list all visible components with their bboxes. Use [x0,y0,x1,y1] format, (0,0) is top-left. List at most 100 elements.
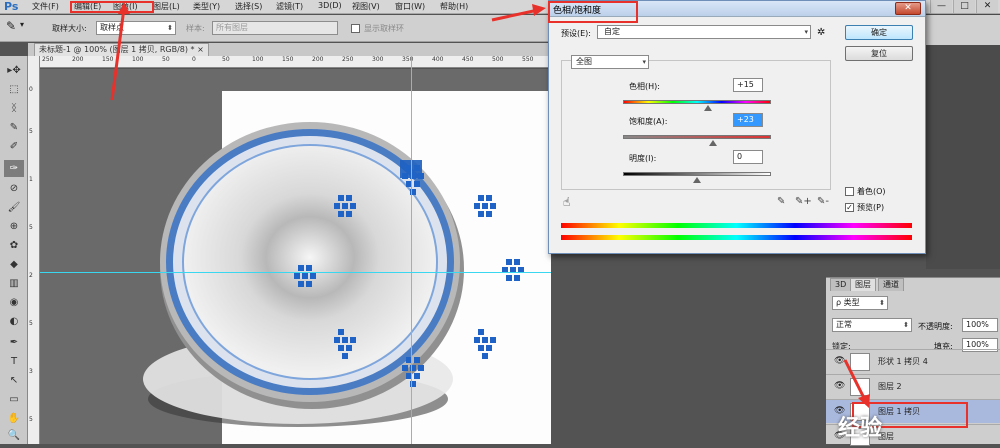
tab-layers[interactable]: 图层 [850,278,876,291]
toolbox: ▸✥ ⬚ ᛝ ✎ ✐ ✑ ⊘ 🖌 ⊕ ✿ ◆ ▥ ◉ ◐ ✒ T ↖ ▭ ✋ 🔍 [0,56,28,444]
visibility-eye-icon[interactable]: 👁 [834,356,845,366]
close-tab-icon[interactable]: × [197,45,204,54]
dialog-close-button[interactable]: ✕ [895,2,921,15]
hand-tool-icon[interactable]: ✋ [4,410,24,427]
menu-filter[interactable]: 滤镜(T) [276,1,303,12]
lightness-input[interactable]: 0 [733,150,763,164]
lightness-slider-track[interactable] [623,172,771,176]
type-tool-icon[interactable]: T [4,353,24,370]
move-tool-icon[interactable]: ▸✥ [4,62,24,79]
menu-type[interactable]: 类型(Y) [193,1,220,12]
menu-window[interactable]: 窗口(W) [395,1,425,12]
layer-row[interactable]: 👁 图层 2 [826,374,1000,398]
top-ruler: 250 200 150 100 50 0 50 100 150 200 250 … [40,56,551,68]
layer-thumbnail [850,378,870,396]
crop-tool-icon[interactable]: ✐ [4,138,24,155]
ok-button[interactable]: 确定 [845,25,913,40]
ruler-label: 100 [252,56,264,63]
eyedropper-subtract-icon[interactable]: ✎- [817,196,829,207]
vertical-guide[interactable] [411,56,412,444]
layer-name: 形状 1 拷贝 4 [878,357,928,366]
pen-tool-icon[interactable]: ✒ [4,334,24,351]
hue-slider-thumb[interactable] [704,105,712,111]
annotation-box-edit-image [70,1,154,13]
channel-select[interactable]: 全图 ▾ [571,55,649,69]
sample-size-select[interactable]: 取样点 ⬍ [96,21,176,35]
saturation-input[interactable]: +23 [733,113,763,127]
history-brush-tool-icon[interactable]: ✿ [4,237,24,254]
minimize-button[interactable]: — [930,0,952,13]
lightness-slider-thumb[interactable] [693,177,701,183]
menu-select[interactable]: 选择(S) [235,1,262,12]
annotation-box-dialog-title [548,1,638,23]
layer-row[interactable]: 👁 形状 1 拷贝 4 [826,349,1000,373]
reset-button[interactable]: 复位 [845,46,913,61]
chevron-down-icon: ⬍ [167,24,173,32]
tool-preset-chevron-icon[interactable]: ▾ [20,20,24,29]
kind-filter-select[interactable]: ρ 类型 ⬍ [832,296,888,310]
opacity-input[interactable]: 100% [962,318,998,332]
canvas-area[interactable] [40,69,551,444]
hue-slider-track[interactable] [623,100,771,104]
kind-filter-value: 类型 [843,298,860,307]
eyedropper-icon[interactable]: ✎ [777,196,785,207]
horizontal-guide[interactable] [40,272,551,273]
brush-tool-icon[interactable]: 🖌 [4,199,24,216]
ruler-label: 50 [222,56,230,63]
saturation-slider-track[interactable] [623,135,771,139]
right-panel-dock [926,14,1000,269]
document-tab[interactable]: 未标题-1 @ 100% (图层 1 拷贝, RGB/8) * × [34,43,209,56]
layer-thumbnail [850,353,870,371]
ruler-label: 250 [342,56,354,63]
eyedropper-tool-icon[interactable]: ✎ [6,19,16,33]
sample-value: 所有图层 [216,23,248,32]
close-app-button[interactable]: ✕ [976,0,998,13]
sample-size-label: 取样大小: [52,24,87,33]
dodge-tool-icon[interactable]: ◐ [4,313,24,330]
preset-options-gear-icon[interactable]: ✲ [817,27,825,38]
visibility-eye-icon[interactable]: 👁 [834,381,845,391]
eraser-tool-icon[interactable]: ◆ [4,256,24,273]
preset-select[interactable]: 自定 ▾ [597,25,811,39]
diamond-motifs [294,165,524,387]
opacity-label: 不透明度: [918,322,953,331]
shape-tool-icon[interactable]: ▭ [4,391,24,408]
gradient-tool-icon[interactable]: ▥ [4,275,24,292]
eyedropper-tool-icon[interactable]: ✑ [4,160,24,177]
healing-tool-icon[interactable]: ⊘ [4,180,24,197]
sample-select[interactable]: 所有图层 [212,21,338,35]
maximize-button[interactable]: □ [953,0,975,13]
blend-mode-select[interactable]: 正常 ⬍ [832,318,912,332]
quick-select-tool-icon[interactable]: ✎ [4,119,24,136]
preset-value: 自定 [604,27,620,36]
menu-help[interactable]: 帮助(H) [440,1,468,12]
stamp-tool-icon[interactable]: ⊕ [4,218,24,235]
lasso-tool-icon[interactable]: ᛝ [4,100,24,117]
sample-label: 样本: [186,24,205,33]
show-ring-checkbox[interactable] [351,24,360,33]
adjustment-group [561,60,831,190]
path-select-tool-icon[interactable]: ↖ [4,372,24,389]
ruler-label: 1 [29,176,33,183]
ruler-label: 500 [492,56,504,63]
ruler-label: 300 [372,56,384,63]
hand-adjust-icon[interactable]: ☝ [563,195,570,209]
blur-tool-icon[interactable]: ◉ [4,294,24,311]
colorize-checkbox[interactable] [845,187,854,196]
eyedropper-add-icon[interactable]: ✎+ [795,196,812,207]
menu-3d[interactable]: 3D(D) [318,1,342,10]
tab-channels[interactable]: 通道 [878,278,904,291]
menu-layer[interactable]: 图层(L) [153,1,180,12]
menu-view[interactable]: 视图(V) [352,1,380,12]
lightness-label: 明度(I): [629,154,657,163]
saturation-slider-thumb[interactable] [709,140,717,146]
marquee-tool-icon[interactable]: ⬚ [4,81,24,98]
hue-label: 色相(H): [629,82,660,91]
ruler-label: 5 [29,128,33,135]
menu-file[interactable]: 文件(F) [32,1,59,12]
zoom-tool-icon[interactable]: 🔍 [4,427,24,444]
hue-input[interactable]: +15 [733,78,763,92]
tab-3d[interactable]: 3D [830,278,852,291]
show-ring-label: 显示取样环 [364,24,404,33]
preview-checkbox[interactable]: ✓ [845,203,854,212]
